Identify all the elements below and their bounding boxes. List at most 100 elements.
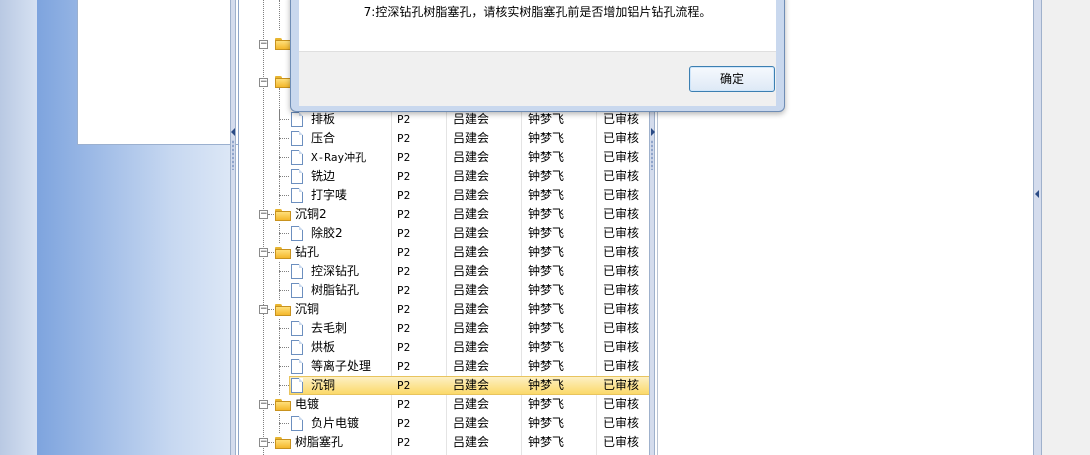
table-row[interactable]: − 沉铜2 P2 吕建会 钟梦飞 已审核 <box>239 205 650 224</box>
folder-icon <box>275 437 291 449</box>
collapse-toggle-icon[interactable]: − <box>259 40 268 49</box>
priority-cell: P2 <box>397 417 411 430</box>
row-label: 去毛刺 <box>311 321 348 335</box>
name-cell: 去毛刺 <box>239 319 391 338</box>
status-cell: 已审核 <box>603 321 640 335</box>
tree-connector <box>279 366 289 367</box>
tree-connector <box>268 404 274 405</box>
tree-connector <box>279 328 289 329</box>
folder-icon <box>275 399 291 411</box>
table-row[interactable]: − 树脂塞孔 P2 吕建会 钟梦飞 已审核 <box>239 433 650 452</box>
priority-cell: P2 <box>397 398 411 411</box>
row-label: 负片电镀 <box>311 416 360 430</box>
status-cell: 已审核 <box>603 112 640 126</box>
name-cell: 烘板 <box>239 338 391 357</box>
tree-connector <box>279 233 289 234</box>
left-splitter[interactable] <box>230 0 236 455</box>
creator-cell: 吕建会 <box>453 169 490 183</box>
priority-cell: P2 <box>397 284 411 297</box>
reviewer-cell: 钟梦飞 <box>528 302 565 316</box>
reviewer-cell: 钟梦飞 <box>528 359 565 373</box>
collapse-toggle-icon[interactable]: − <box>259 305 268 314</box>
document-icon <box>291 321 304 337</box>
document-icon <box>291 226 304 242</box>
tree-connector <box>279 271 289 272</box>
document-icon <box>291 131 304 147</box>
document-icon <box>291 169 304 185</box>
creator-cell: 吕建会 <box>453 264 490 278</box>
collapse-toggle-icon[interactable]: − <box>259 248 268 257</box>
creator-cell: 吕建会 <box>453 245 490 259</box>
tree-connector <box>279 290 289 291</box>
creator-cell: 吕建会 <box>453 226 490 240</box>
priority-cell: P2 <box>397 227 411 240</box>
table-row[interactable]: − 沉铜 P2 吕建会 钟梦飞 已审核 <box>239 300 650 319</box>
reviewer-cell: 钟梦飞 <box>528 321 565 335</box>
table-row[interactable]: − 电镀 P2 吕建会 钟梦飞 已审核 <box>239 395 650 414</box>
table-row[interactable]: 控深钻孔 P2 吕建会 钟梦飞 已审核 <box>239 262 650 281</box>
status-cell: 已审核 <box>603 264 640 278</box>
document-icon <box>291 340 304 356</box>
creator-cell: 吕建会 <box>453 150 490 164</box>
name-cell: 树脂钻孔 <box>239 281 391 300</box>
priority-cell: P2 <box>397 189 411 202</box>
priority-cell: P2 <box>397 246 411 259</box>
reviewer-cell: 钟梦飞 <box>528 283 565 297</box>
priority-cell: P2 <box>397 132 411 145</box>
table-row[interactable]: 排板 P2 吕建会 钟梦飞 已审核 <box>239 110 650 129</box>
splitter-grip-icon <box>651 140 653 170</box>
right-panel-splitter[interactable] <box>1033 0 1042 455</box>
folder-icon <box>275 38 291 50</box>
table-row[interactable]: 等离子处理 P2 吕建会 钟梦飞 已审核 <box>239 357 650 376</box>
table-row[interactable]: − 钻孔 P2 吕建会 钟梦飞 已审核 <box>239 243 650 262</box>
row-label: 钻孔 <box>295 245 320 259</box>
row-label: 控深钻孔 <box>311 264 360 278</box>
ok-button[interactable]: 确定 <box>689 66 775 92</box>
table-row[interactable]: 铣边 P2 吕建会 钟梦飞 已审核 <box>239 167 650 186</box>
collapse-toggle-icon[interactable]: − <box>259 438 268 447</box>
collapse-arrow-icon[interactable] <box>1035 190 1039 198</box>
name-cell: − 沉铜 <box>239 300 391 319</box>
creator-cell: 吕建会 <box>453 359 490 373</box>
priority-cell: P2 <box>397 208 411 221</box>
folder-icon <box>275 304 291 316</box>
left-panel-content <box>77 0 265 145</box>
row-label: 排板 <box>311 112 336 126</box>
table-row[interactable]: 沉铜 P2 吕建会 钟梦飞 已审核 <box>239 376 650 395</box>
table-row[interactable]: 压合 P2 吕建会 钟梦飞 已审核 <box>239 129 650 148</box>
collapse-toggle-icon[interactable]: − <box>259 400 268 409</box>
document-icon <box>291 112 304 128</box>
table-row[interactable]: 负片电镀 P2 吕建会 钟梦飞 已审核 <box>239 414 650 433</box>
row-label: 除胶2 <box>311 226 343 240</box>
table-row[interactable]: 树脂钻孔 P2 吕建会 钟梦飞 已审核 <box>239 281 650 300</box>
collapse-toggle-icon[interactable]: − <box>259 210 268 219</box>
reviewer-cell: 钟梦飞 <box>528 150 565 164</box>
collapse-arrow-icon[interactable] <box>231 128 235 136</box>
reviewer-cell: 钟梦飞 <box>528 397 565 411</box>
priority-cell: P2 <box>397 113 411 126</box>
table-row[interactable]: 打字唛 P2 吕建会 钟梦飞 已审核 <box>239 186 650 205</box>
table-row[interactable]: 除胶2 P2 吕建会 钟梦飞 已审核 <box>239 224 650 243</box>
name-cell: 沉铜 <box>239 376 391 395</box>
dialog-message: 7:控深钻孔树脂塞孔，请核实树脂塞孔前是否增加铝片钻孔流程。 <box>363 5 712 19</box>
message-dialog: 7:控深钻孔树脂塞孔，请核实树脂塞孔前是否增加铝片钻孔流程。 确定 <box>290 0 785 112</box>
creator-cell: 吕建会 <box>453 340 490 354</box>
status-cell: 已审核 <box>603 359 640 373</box>
document-icon <box>291 283 304 299</box>
reviewer-cell: 钟梦飞 <box>528 340 565 354</box>
row-label: 铣边 <box>311 169 336 183</box>
table-row[interactable]: X-Ray冲孔 P2 吕建会 钟梦飞 已审核 <box>239 148 650 167</box>
expand-arrow-icon[interactable] <box>651 128 655 136</box>
status-cell: 已审核 <box>603 169 640 183</box>
splitter-grip-icon <box>232 140 234 170</box>
folder-icon <box>275 247 291 259</box>
table-row[interactable]: 烘板 P2 吕建会 钟梦飞 已审核 <box>239 338 650 357</box>
row-label: 沉铜 <box>295 302 320 316</box>
creator-cell: 吕建会 <box>453 302 490 316</box>
status-cell: 已审核 <box>603 302 640 316</box>
table-row[interactable]: 去毛刺 P2 吕建会 钟梦飞 已审核 <box>239 319 650 338</box>
folder-icon <box>275 76 291 88</box>
collapse-toggle-icon[interactable]: − <box>259 78 268 87</box>
creator-cell: 吕建会 <box>453 416 490 430</box>
creator-cell: 吕建会 <box>453 131 490 145</box>
